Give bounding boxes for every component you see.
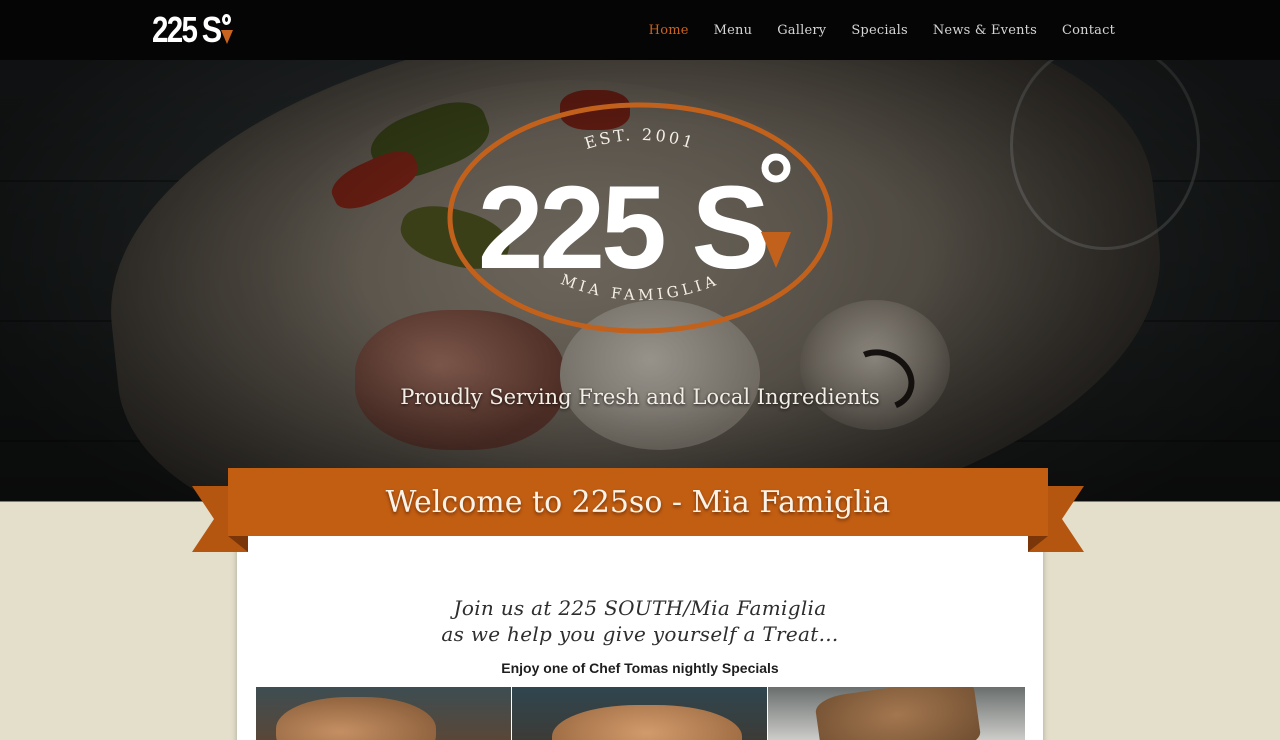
main-nav: Home Menu Gallery Specials News & Events… <box>624 0 1115 60</box>
specials-gallery <box>256 687 1025 740</box>
nav-item-contact[interactable]: Contact <box>1062 23 1115 38</box>
welcome-title: Welcome to 225so - Mia Famiglia <box>385 484 891 520</box>
nav-item-home[interactable]: Home <box>649 23 689 38</box>
special-image-3[interactable] <box>768 687 1025 740</box>
top-navigation-bar: 225 S Home Menu Gallery Specials News & … <box>0 0 1280 60</box>
hero-emblem-logo: EST. 2001 225 S MIA FAMIGLIA <box>447 102 833 334</box>
svg-text:EST. 2001: EST. 2001 <box>582 125 698 153</box>
brand-logo-letter: S <box>201 9 223 50</box>
hero-banner: EST. 2001 225 S MIA FAMIGLIA Proudly Ser… <box>0 60 1280 501</box>
emblem-est-text: EST. 2001 <box>582 125 695 153</box>
nav-item-gallery[interactable]: Gallery <box>777 23 826 38</box>
welcome-intro: Join us at 225 SOUTH/Mia Famiglia as we … <box>237 595 1043 647</box>
welcome-intro-line-1: Join us at 225 SOUTH/Mia Famiglia <box>453 596 827 620</box>
welcome-intro-line-2: as we help you give yourself a Treat... <box>441 622 839 646</box>
special-image-2[interactable] <box>512 687 767 740</box>
emblem-main-text: 225 S <box>478 162 767 294</box>
emblem-degree-icon <box>761 153 791 183</box>
hero-tagline: Proudly Serving Fresh and Local Ingredie… <box>400 385 880 409</box>
nav-item-news-events[interactable]: News & Events <box>933 23 1037 38</box>
brand-logo[interactable]: 225 S <box>152 9 234 50</box>
special-image-1[interactable] <box>256 687 511 740</box>
degree-arrow-icon <box>221 10 234 50</box>
nav-item-menu[interactable]: Menu <box>714 23 753 38</box>
nav-item-specials[interactable]: Specials <box>851 23 908 38</box>
specials-subtitle: Enjoy one of Chef Tomas nightly Specials <box>501 660 779 676</box>
brand-logo-number: 225 <box>152 9 198 50</box>
